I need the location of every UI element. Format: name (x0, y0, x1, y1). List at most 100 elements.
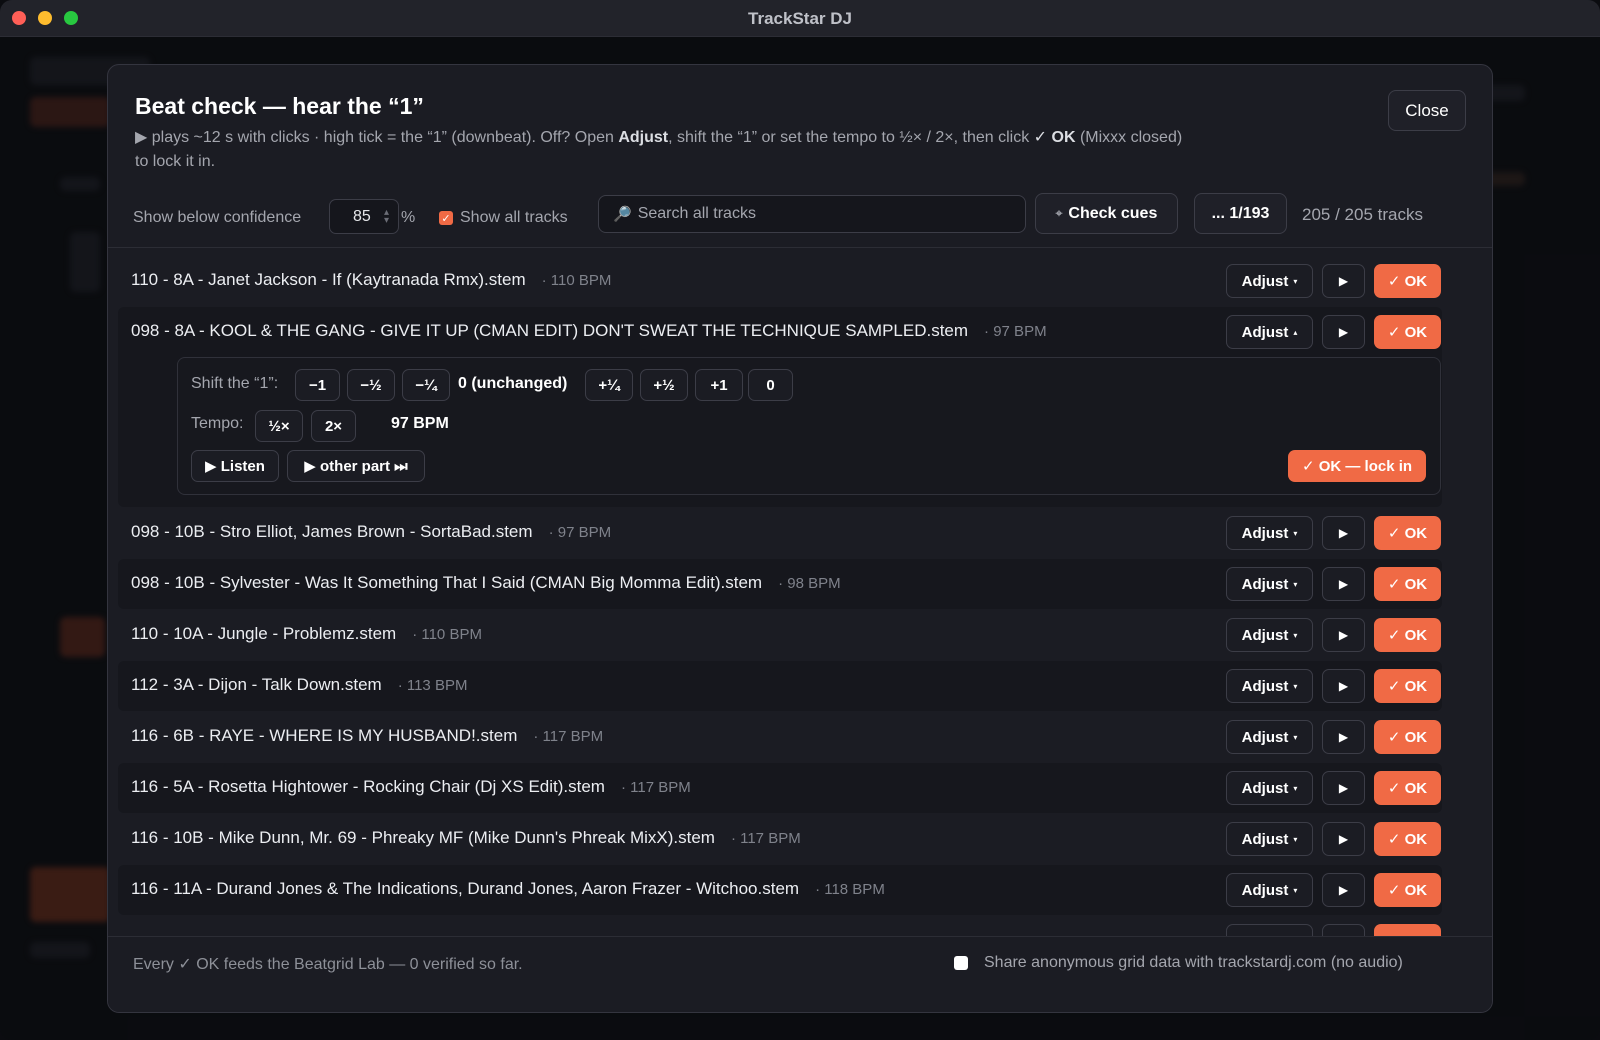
adjust-button[interactable]: Adjust ▾ (1226, 264, 1313, 298)
ok-button[interactable]: ✓ OK (1374, 873, 1441, 907)
desc-ok: ✓ OK (1033, 129, 1076, 146)
track-name: 116 - 6B - RAYE - WHERE IS MY HUSBAND!.s… (131, 726, 518, 745)
pager-button[interactable]: ... 1/193 (1194, 193, 1287, 234)
play-button[interactable]: ▶ (1322, 516, 1365, 550)
app-window: TrackStar DJ Beat check — hear the “1” ▶… (0, 0, 1600, 1040)
shift-plus-1-button[interactable]: +1 (695, 369, 743, 401)
adjust-button[interactable]: Adjust ▴ (1226, 315, 1313, 349)
track-name: 112 - 3A - Dijon - Talk Down.stem (131, 675, 382, 694)
listen-button[interactable]: ▶ Listen (191, 450, 279, 482)
play-button[interactable]: ▶ (1322, 567, 1365, 601)
track-row: 098 - 10B - Stro Elliot, James Brown - S… (118, 508, 1442, 558)
titlebar: TrackStar DJ (0, 0, 1600, 37)
play-button[interactable]: ▶ (1322, 720, 1365, 754)
close-button[interactable]: Close (1388, 90, 1466, 131)
ok-button[interactable]: ✓ OK (1374, 720, 1441, 754)
shift-current-value: 0 (unchanged) (458, 375, 568, 392)
play-button[interactable]: ▶ (1322, 618, 1365, 652)
caret-down-icon: ▾ (1293, 681, 1298, 691)
caret-down-icon: ▾ (1293, 579, 1298, 589)
play-button[interactable]: ▶ (1322, 669, 1365, 703)
search-input[interactable]: 🔎 Search all tracks (598, 195, 1026, 233)
play-button[interactable]: ▶ (1322, 873, 1365, 907)
track-bpm: · 117 BPM (730, 830, 801, 847)
adjust-button[interactable]: Adjust ▾ (1226, 618, 1313, 652)
track-list[interactable]: 110 - 8A - Janet Jackson - If (Kaytranad… (108, 247, 1492, 936)
adjust-label: Adjust (1241, 881, 1289, 899)
shift-minus-1-button[interactable]: −1 (295, 369, 340, 401)
check-cues-button[interactable]: ⌖ Check cues (1035, 193, 1178, 234)
track-bpm: · 110 BPM (412, 626, 482, 643)
caret-down-icon: ▾ (1293, 630, 1298, 640)
caret-down-icon: ▾ (1293, 528, 1298, 538)
track-name: 116 - 10B - Mike Dunn, Mr. 69 - Phreaky … (131, 828, 715, 847)
adjust-label: Adjust (1241, 272, 1289, 290)
shift-plus-quarter-button[interactable]: +¼ (585, 369, 633, 401)
track-name: 110 - 10A - Jungle - Problemz.stem (131, 624, 397, 643)
lock-in-button[interactable]: ✓ OK — lock in (1288, 450, 1426, 482)
shift-plus-half-button[interactable]: +½ (640, 369, 688, 401)
share-checkbox[interactable] (954, 956, 968, 970)
check-icon: ✓ (441, 212, 451, 225)
adjust-panel: Shift the “1”: −1 −½ −¼ 0 (unchanged) +¼… (177, 357, 1441, 495)
adjust-button[interactable]: Adjust ▾ (1226, 669, 1313, 703)
shift-label: Shift the “1”: (191, 375, 279, 392)
ok-button[interactable]: ✓ OK (1374, 516, 1441, 550)
show-all-label[interactable]: Show all tracks (460, 209, 568, 227)
track-name: 116 - 11A - Durand Jones & The Indicatio… (131, 879, 800, 898)
track-row: 116 - 6B - RAYE - WHERE IS MY HUSBAND!.s… (118, 712, 1442, 762)
verified-count-text: Every ✓ OK feeds the Beatgrid Lab — 0 ve… (133, 956, 523, 973)
tempo-half-button[interactable]: ½× (255, 410, 303, 442)
desc-text-1: ▶ plays ~12 s with clicks · high tick = … (135, 129, 619, 146)
adjust-button[interactable]: Adjust ▾ (1226, 567, 1313, 601)
play-button[interactable] (1322, 924, 1365, 936)
shift-reset-button[interactable]: 0 (748, 369, 793, 401)
track-row: 110 - 10A - Jungle - Problemz.stem · 110 … (118, 610, 1442, 660)
show-all-checkbox[interactable]: ✓ (439, 211, 453, 225)
ok-button[interactable]: ✓ OK (1374, 771, 1441, 805)
dialog-title: Beat check — hear the “1” (135, 93, 424, 119)
track-bpm: · 118 BPM (815, 881, 885, 898)
track-bpm: · 117 BPM (620, 779, 691, 796)
adjust-button[interactable]: Adjust ▾ (1226, 720, 1313, 754)
adjust-button[interactable]: Adjust ▾ (1226, 873, 1313, 907)
confidence-value: 85 (353, 207, 371, 225)
track-name: 110 - 8A - Janet Jackson - If (Kaytranad… (131, 270, 526, 289)
track-bpm: · 113 BPM (397, 677, 468, 694)
ok-button[interactable]: ✓ OK (1374, 669, 1441, 703)
dialog-footer: Every ✓ OK feeds the Beatgrid Lab — 0 ve… (108, 936, 1492, 1012)
caret-down-icon: ▾ (1293, 732, 1298, 742)
shift-minus-half-button[interactable]: −½ (347, 369, 395, 401)
dialog-description: ▶ plays ~12 s with clicks · high tick = … (135, 126, 1195, 174)
ok-button[interactable]: ✓ OK (1374, 264, 1441, 298)
share-label[interactable]: Share anonymous grid data with trackstar… (984, 954, 1403, 972)
confidence-label: Show below confidence (133, 209, 302, 226)
stepper-icon[interactable]: ▴ ▾ (384, 208, 389, 226)
ok-button[interactable]: ✓ OK (1374, 822, 1441, 856)
ok-button[interactable]: ✓ OK (1374, 618, 1441, 652)
track-row: 116 - 10B - Mike Dunn, Mr. 69 - Phreaky … (118, 814, 1442, 864)
play-button[interactable]: ▶ (1322, 771, 1365, 805)
adjust-label: Adjust (1241, 524, 1289, 542)
adjust-button[interactable]: Adjust ▾ (1226, 822, 1313, 856)
adjust-label: Adjust (1241, 830, 1289, 848)
ok-button[interactable]: ✓ OK (1374, 567, 1441, 601)
caret-up-icon: ▴ (1293, 327, 1298, 337)
play-button[interactable]: ▶ (1322, 822, 1365, 856)
tempo-bpm: 97 BPM (391, 415, 449, 432)
tempo-label: Tempo: (191, 415, 244, 432)
other-part-button[interactable]: ▶ other part ⏭ (287, 450, 425, 482)
adjust-button[interactable] (1226, 924, 1313, 936)
track-bpm: · 97 BPM (548, 524, 612, 541)
play-button[interactable]: ▶ (1322, 264, 1365, 298)
ok-button[interactable] (1374, 924, 1441, 936)
tempo-double-button[interactable]: 2× (311, 410, 356, 442)
play-button[interactable]: ▶ (1322, 315, 1365, 349)
confidence-input[interactable]: 85 ▴ ▾ (329, 199, 399, 234)
ok-button[interactable]: ✓ OK (1374, 315, 1441, 349)
adjust-label: Adjust (1241, 626, 1289, 644)
shift-minus-quarter-button[interactable]: −¼ (402, 369, 450, 401)
adjust-button[interactable]: Adjust ▾ (1226, 771, 1313, 805)
adjust-button[interactable]: Adjust ▾ (1226, 516, 1313, 550)
adjust-label: Adjust (1241, 323, 1289, 341)
